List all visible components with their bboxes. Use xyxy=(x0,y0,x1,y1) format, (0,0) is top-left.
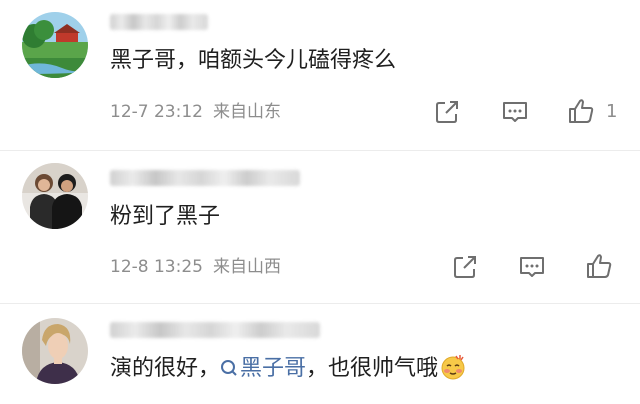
thumbs-up-icon xyxy=(587,254,612,278)
comment-location: 来自山东 xyxy=(212,102,281,122)
comment-button[interactable] xyxy=(517,252,547,282)
comment-text: 黑子哥，咱额头今儿磕得疼么 xyxy=(110,48,397,73)
people-avatar-icon xyxy=(22,163,88,229)
comment-icon xyxy=(503,102,527,122)
comment-time: 12-7 23:12 xyxy=(110,102,203,122)
comment-icon xyxy=(520,257,544,277)
user-avatar[interactable] xyxy=(22,163,88,229)
search-icon xyxy=(221,360,237,376)
like-count: 1 xyxy=(606,101,618,122)
comment-text: 演的很好， 黑子哥，也很帅气哦 xyxy=(110,354,466,384)
comment-meta: 12-8 13:25 来自山西 xyxy=(110,256,281,278)
divider xyxy=(0,150,640,151)
share-icon xyxy=(454,256,476,278)
mention-text: 黑子哥 xyxy=(240,356,307,381)
comment-text-part: ，也很帅气哦 xyxy=(306,356,439,381)
like-button[interactable] xyxy=(584,251,614,281)
username-blurred[interactable] xyxy=(110,14,208,30)
like-button[interactable] xyxy=(566,96,596,126)
share-button[interactable] xyxy=(450,252,480,282)
username-blurred[interactable] xyxy=(110,322,320,338)
landscape-avatar-icon xyxy=(22,12,88,78)
username-blurred[interactable] xyxy=(110,170,300,186)
comment-meta: 12-7 23:12 来自山东 xyxy=(110,101,281,123)
comment-text-part: 演的很好， xyxy=(110,356,221,381)
share-button[interactable] xyxy=(432,97,462,127)
user-avatar[interactable] xyxy=(22,12,88,78)
mention-link[interactable]: 黑子哥 xyxy=(220,356,306,381)
person-avatar-icon xyxy=(22,318,88,384)
blushing-emoji-icon xyxy=(441,355,465,380)
comment-button[interactable] xyxy=(500,97,530,127)
share-icon xyxy=(436,101,458,123)
divider xyxy=(0,303,640,304)
user-avatar[interactable] xyxy=(22,318,88,384)
comment-location: 来自山西 xyxy=(212,257,281,277)
thumbs-up-icon xyxy=(569,99,594,123)
comment-time: 12-8 13:25 xyxy=(110,257,203,277)
comment-text: 粉到了黑子 xyxy=(110,204,221,229)
